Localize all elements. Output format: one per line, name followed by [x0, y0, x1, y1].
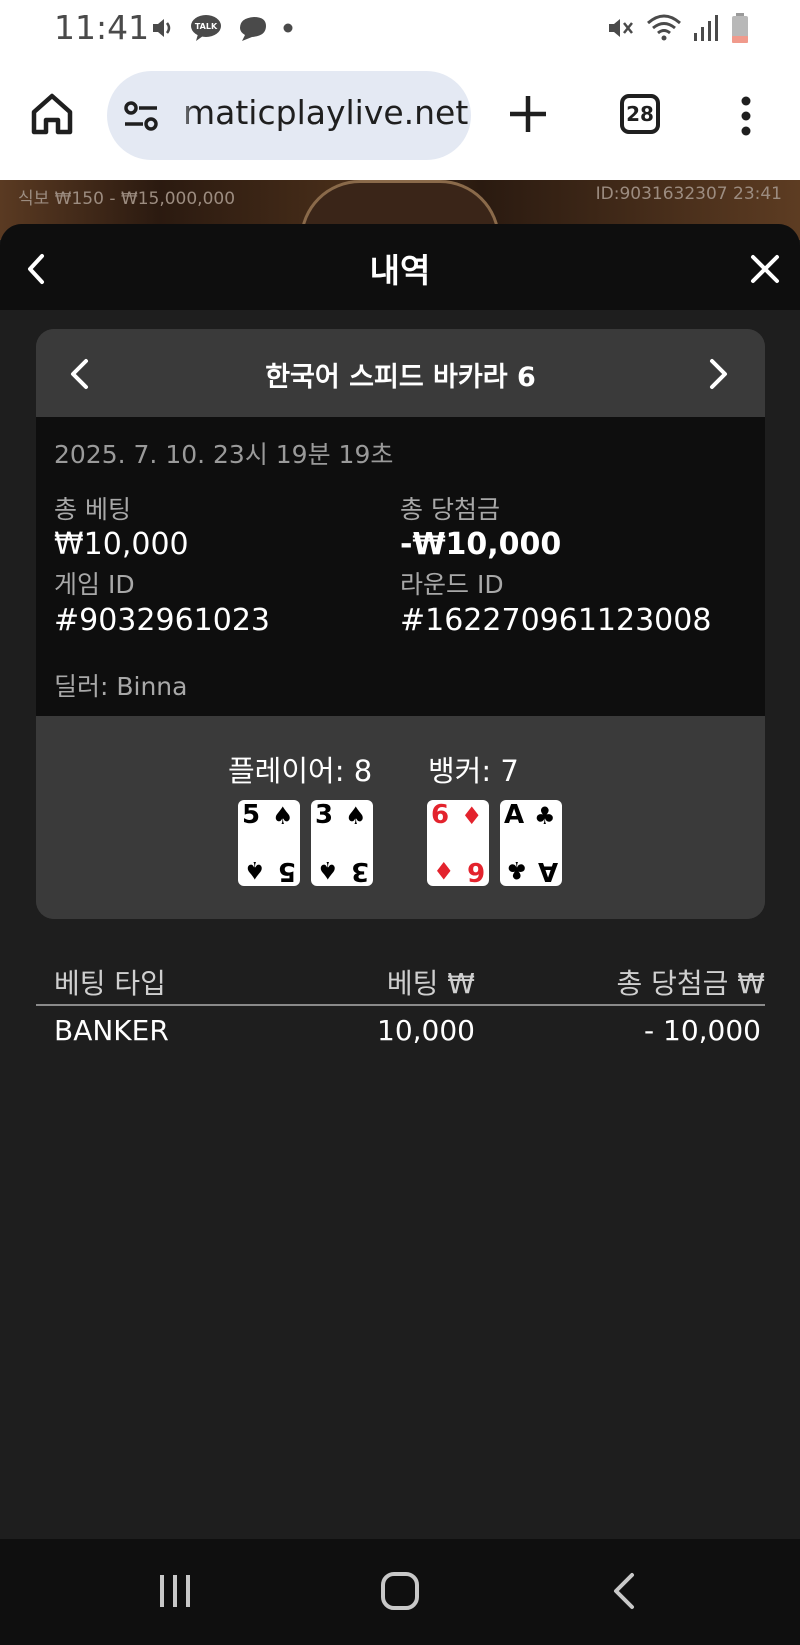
row-total-win: - 10,000	[644, 1014, 761, 1047]
volume-icon	[153, 19, 171, 37]
header-bet-type: 베팅 타입	[54, 967, 166, 1000]
playing-card: 3 ♠ ♠ 3	[311, 800, 373, 886]
dot-icon	[283, 23, 293, 33]
game-id-label: 게임 ID	[54, 570, 135, 599]
card-rank: A	[537, 856, 558, 886]
next-icon[interactable]	[708, 357, 730, 391]
card-rank: 6	[431, 800, 450, 830]
back-nav-icon[interactable]	[610, 1571, 636, 1611]
table-row: BANKER 10,000 - 10,000	[36, 1006, 765, 1056]
diamond-icon: ♦	[461, 802, 483, 830]
playing-card: 6 ♦ ♦ 6	[427, 800, 489, 886]
status-bar: 11:41 TALK	[0, 0, 800, 56]
card-header: 한국어 스피드 바카라 6	[36, 329, 765, 417]
dealer-name: 딜러: Binna	[54, 672, 188, 701]
playing-card: 5 ♠ ♠ 5	[238, 800, 300, 886]
card-rank: 3	[350, 856, 369, 886]
bet-limits: 식보 ₩150 - ₩15,000,000	[18, 189, 236, 209]
history-sheet: 내역 한국어 스피드 바카라 6 2025. 7. 10. 23시 19분 19…	[0, 224, 800, 1539]
game-id-value: #9032961023	[54, 603, 271, 638]
new-tab-icon[interactable]	[506, 92, 550, 136]
address-bar[interactable]: maticplaylive.net	[107, 71, 471, 160]
talk-badge-text: TALK	[195, 22, 218, 31]
status-time: 11:41	[54, 8, 150, 47]
recent-apps-icon[interactable]	[156, 1571, 194, 1611]
more-menu-icon[interactable]	[736, 96, 756, 136]
system-nav-bar	[0, 1539, 800, 1645]
bets-table-header: 베팅 타입 베팅 ₩ 총 당첨금 ₩	[36, 956, 765, 1006]
sheet-header: 내역	[0, 224, 800, 310]
home-nav-icon[interactable]	[380, 1571, 420, 1611]
card-rank: 3	[315, 800, 334, 830]
round-info: ID:9031632307 23:41	[595, 184, 782, 204]
mute-icon	[609, 19, 633, 37]
chat-bubble-icon	[240, 17, 266, 41]
spade-icon: ♠	[345, 802, 367, 830]
club-icon: ♣	[506, 856, 528, 884]
header-bet-amount: 베팅 ₩	[386, 967, 475, 1000]
playing-card: A ♣ ♣ A	[500, 800, 562, 886]
round-id-value: #162270961123008	[400, 603, 712, 638]
banker-score: 뱅커: 7	[428, 754, 519, 788]
header-total-win: 총 당첨금 ₩	[616, 967, 765, 1000]
url-fade	[171, 71, 195, 160]
sheet-title: 내역	[369, 251, 431, 290]
round-id-label: 라운드 ID	[400, 570, 504, 599]
close-icon[interactable]	[748, 252, 782, 286]
wifi-icon	[647, 14, 681, 41]
bet-info: 2025. 7. 10. 23시 19분 19초 총 베팅 ₩10,000 총 …	[36, 417, 765, 716]
spade-icon: ♠	[244, 856, 266, 884]
spade-icon: ♠	[317, 856, 339, 884]
card-rank: 5	[277, 856, 296, 886]
status-right-icons	[606, 12, 750, 44]
round-result: 플레이어: 8 뱅커: 7 5 ♠ ♠ 5 3 ♠ ♠ 3 6 ♦ ♦ 6 A	[36, 716, 765, 919]
row-bet-amount: 10,000	[377, 1014, 475, 1047]
spade-icon: ♠	[272, 802, 294, 830]
diamond-icon: ♦	[433, 856, 455, 884]
site-settings-icon[interactable]	[123, 99, 159, 133]
card-rank: 5	[242, 800, 261, 830]
status-left-icons: TALK	[150, 14, 294, 42]
total-win-value: -₩10,000	[400, 527, 562, 562]
url-text[interactable]: maticplaylive.net	[183, 93, 468, 132]
total-win-label: 총 당첨금	[400, 495, 500, 524]
card-rank: A	[504, 800, 525, 830]
game-title: 한국어 스피드 바카라 6	[265, 362, 536, 393]
club-icon: ♣	[534, 802, 556, 830]
battery-icon	[732, 13, 748, 43]
browser-toolbar: maticplaylive.net 28	[0, 56, 800, 180]
card-rank: 6	[466, 856, 485, 886]
total-bet-value: ₩10,000	[54, 527, 189, 562]
bet-datetime: 2025. 7. 10. 23시 19분 19초	[54, 440, 394, 469]
bet-detail-card: 한국어 스피드 바카라 6 2025. 7. 10. 23시 19분 19초 총…	[36, 329, 765, 919]
player-score: 플레이어: 8	[228, 754, 373, 788]
home-icon[interactable]	[28, 90, 76, 138]
signal-icon	[694, 15, 718, 41]
row-bet-type: BANKER	[54, 1014, 169, 1047]
tab-count-button[interactable]: 28	[620, 94, 660, 134]
total-bet-label: 총 베팅	[54, 495, 131, 524]
talk-icon: TALK	[191, 15, 221, 41]
